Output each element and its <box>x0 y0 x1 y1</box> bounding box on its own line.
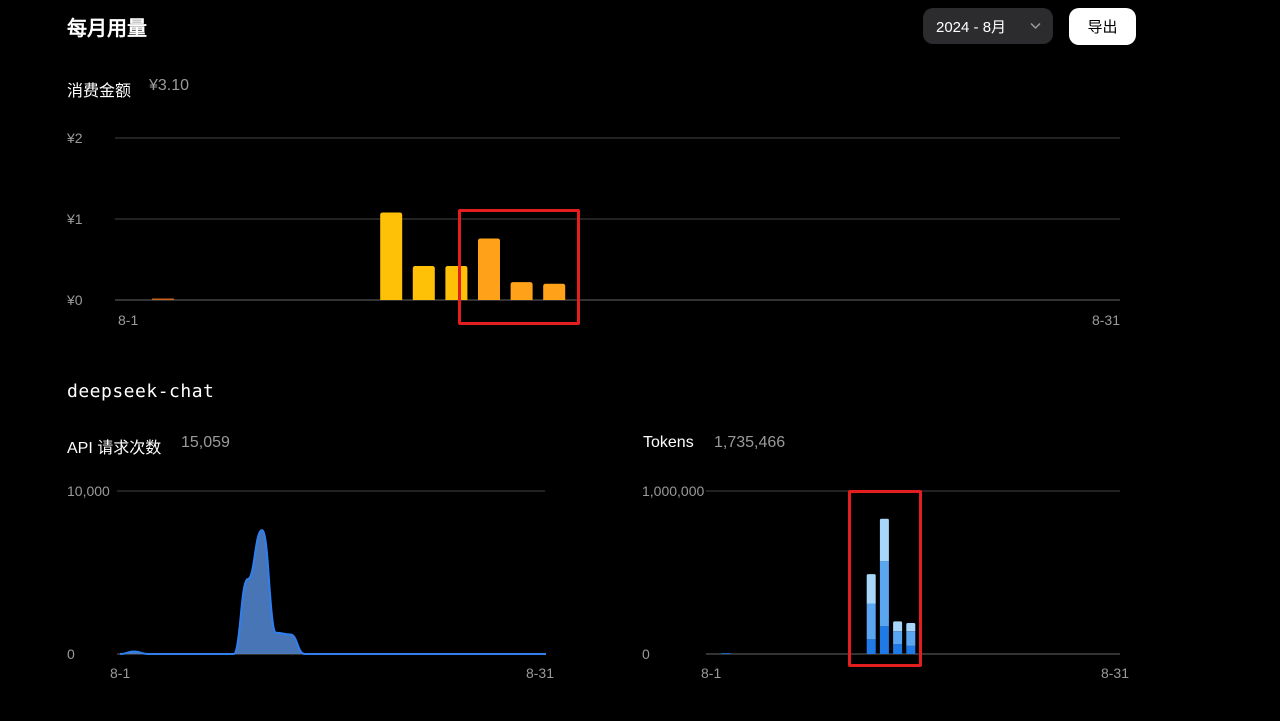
bar-segment <box>906 631 916 646</box>
x-tick-label: 8-31 <box>1101 665 1129 681</box>
bar-segment <box>893 621 903 632</box>
x-tick-label: 8-1 <box>701 665 721 681</box>
bar-segment <box>879 561 889 627</box>
tokens-chart: 1,000,000 0 8-1 8-31 <box>642 483 1129 681</box>
bar-segment <box>893 644 903 654</box>
y-tick-label: 1,000,000 <box>642 483 704 499</box>
bar-segment <box>879 518 889 562</box>
bar-segment <box>893 631 903 645</box>
bar-segment <box>906 623 916 632</box>
bar-segment <box>866 574 876 604</box>
y-tick-label: 0 <box>642 646 650 662</box>
bar-segment <box>906 645 916 654</box>
bar-segment <box>866 603 876 640</box>
bar-segment <box>721 653 731 654</box>
bar-segment <box>879 626 889 654</box>
bar-segment <box>866 639 876 654</box>
